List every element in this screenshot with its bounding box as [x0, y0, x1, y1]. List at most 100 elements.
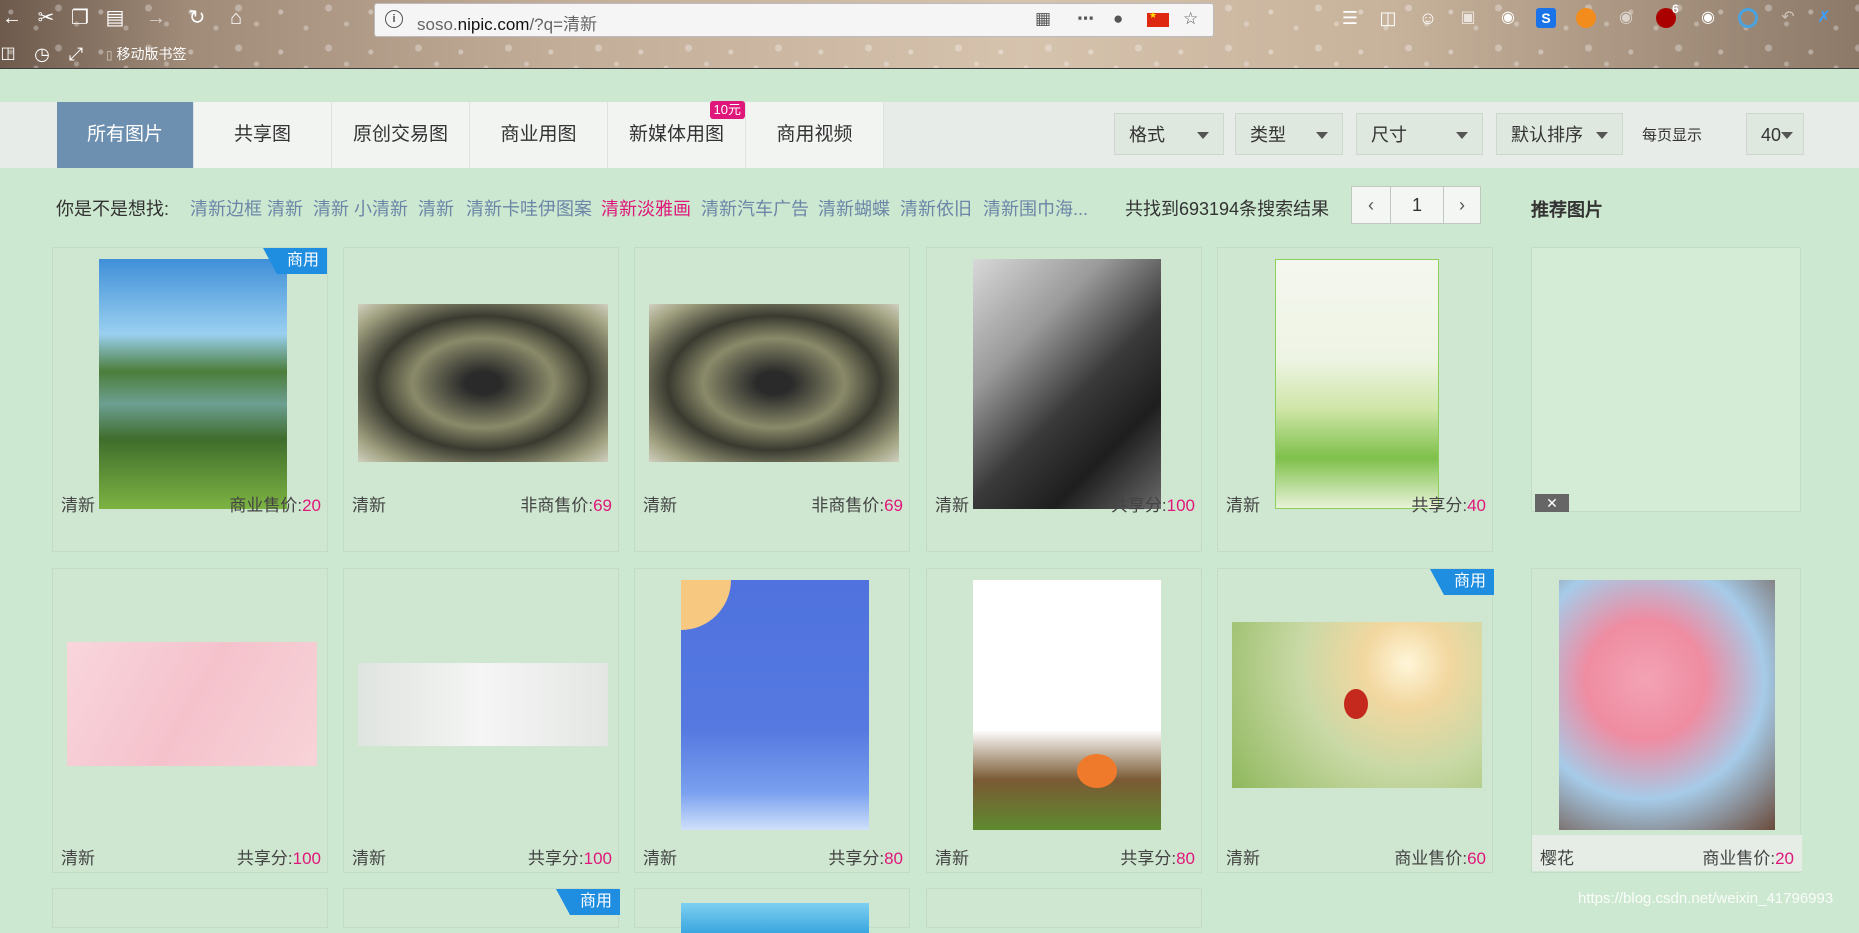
- image-card[interactable]: [634, 888, 910, 933]
- sidebar-icon[interactable]: ◫: [1376, 6, 1400, 30]
- ring-extension-icon[interactable]: [1738, 8, 1758, 28]
- image-tag[interactable]: 清新: [1226, 491, 1260, 516]
- image-thumbnail[interactable]: [1275, 259, 1439, 509]
- suggestion-link[interactable]: 清新围巾海...: [983, 195, 1088, 221]
- per-page-select[interactable]: 40: [1746, 113, 1804, 155]
- image-thumbnail[interactable]: [358, 304, 608, 462]
- emoji-icon[interactable]: ☺: [1416, 6, 1440, 30]
- bookmark-star-icon[interactable]: ☆: [1183, 9, 1198, 29]
- folder-icon[interactable]: ◫: [0, 42, 20, 66]
- prev-page-button[interactable]: ‹: [1351, 186, 1391, 224]
- expand-icon[interactable]: ⤢: [64, 42, 88, 66]
- image-card[interactable]: [926, 888, 1202, 928]
- image-tag[interactable]: 清新: [643, 491, 677, 516]
- library-icon[interactable]: ☰: [1338, 6, 1362, 30]
- suggestion-link[interactable]: 清新依旧: [900, 195, 972, 221]
- chat-icon[interactable]: ◉: [1614, 6, 1638, 30]
- image-price: 非商售价:69: [811, 491, 903, 516]
- image-card[interactable]: [52, 888, 328, 928]
- page-number-input[interactable]: 1: [1390, 186, 1444, 224]
- image-thumbnail[interactable]: [973, 580, 1161, 830]
- tab-all-images[interactable]: 所有图片: [57, 102, 194, 168]
- image-thumbnail[interactable]: [99, 259, 287, 509]
- price-label: 共享分:: [1120, 849, 1177, 868]
- tab-original-trade[interactable]: 原创交易图: [332, 102, 470, 168]
- image-thumbnail[interactable]: [649, 304, 899, 462]
- tab-label: 所有图片: [86, 124, 163, 145]
- sort-label: 默认排序: [1511, 125, 1583, 145]
- comment-icon[interactable]: ◉: [1696, 6, 1720, 30]
- sort-select[interactable]: 默认排序: [1496, 113, 1623, 155]
- copy-icon[interactable]: ❐: [68, 6, 92, 30]
- image-card[interactable]: 商用 清新 商业售价:20: [52, 247, 328, 552]
- orange-extension-icon[interactable]: [1576, 8, 1596, 28]
- suggestion-link[interactable]: 清新蝴蝶: [818, 195, 890, 221]
- close-icon[interactable]: ✕: [1535, 494, 1569, 512]
- image-tag[interactable]: 清新: [61, 491, 95, 516]
- tab-commercial-video[interactable]: 商用视频: [746, 102, 884, 168]
- image-card[interactable]: 清新 共享分:80: [634, 568, 910, 873]
- image-tag[interactable]: 清新: [1226, 844, 1260, 869]
- image-tag[interactable]: 樱花: [1540, 844, 1574, 869]
- commercial-badge-label: 商用: [1453, 573, 1486, 590]
- price-value: 69: [884, 496, 903, 515]
- type-select[interactable]: 类型: [1235, 113, 1343, 155]
- image-card[interactable]: 商用: [343, 888, 620, 928]
- paste-icon[interactable]: ▤: [103, 6, 127, 30]
- back-icon[interactable]: ←: [0, 6, 24, 30]
- image-card[interactable]: 清新 非商售价:69: [634, 247, 910, 552]
- image-card[interactable]: 清新 共享分:40: [1217, 247, 1493, 552]
- format-select[interactable]: 格式: [1114, 113, 1224, 155]
- image-tag[interactable]: 清新: [352, 844, 386, 869]
- image-card[interactable]: 清新 共享分:100: [343, 568, 619, 873]
- pocket-icon[interactable]: ●: [1113, 9, 1123, 29]
- extension-x-icon[interactable]: ✗: [1812, 6, 1836, 30]
- image-tag[interactable]: 清新: [643, 844, 677, 869]
- recommend-image-card[interactable]: 樱花 商业售价:20: [1531, 568, 1802, 873]
- price-label: 共享分:: [527, 849, 584, 868]
- image-tag[interactable]: 清新: [61, 844, 95, 869]
- history-icon[interactable]: ◷: [30, 42, 54, 66]
- address-bar[interactable]: i soso.nipic.com/?q=清新 ▦ ⋯ ● ★ ☆: [374, 3, 1214, 37]
- image-card[interactable]: 清新 非商售价:69: [343, 247, 619, 552]
- image-thumbnail[interactable]: [1559, 580, 1775, 830]
- url-text[interactable]: soso.nipic.com/?q=清新: [417, 10, 597, 35]
- suggestion-link[interactable]: 清新 小清新: [313, 195, 408, 221]
- suggestion-link[interactable]: 清新: [418, 195, 454, 221]
- home-icon[interactable]: ⌂: [224, 6, 248, 30]
- image-thumbnail[interactable]: [973, 259, 1161, 509]
- image-price: 共享分:100: [1111, 491, 1195, 516]
- next-page-button[interactable]: ›: [1443, 186, 1481, 224]
- qr-code-icon[interactable]: ▦: [1035, 9, 1051, 29]
- image-card[interactable]: 清新 共享分:100: [52, 568, 328, 873]
- image-card[interactable]: 清新 共享分:100: [926, 247, 1202, 552]
- image-tag[interactable]: 清新: [935, 491, 969, 516]
- size-select[interactable]: 尺寸: [1356, 113, 1483, 155]
- s-extension-icon[interactable]: S: [1536, 8, 1556, 28]
- image-tag[interactable]: 清新: [935, 844, 969, 869]
- reload-icon[interactable]: ↻: [185, 6, 209, 30]
- extension-icon[interactable]: ▣: [1456, 6, 1480, 30]
- suggestion-link-highlighted[interactable]: 清新淡雅画: [601, 195, 691, 221]
- tab-label: 商用视频: [776, 124, 853, 145]
- cut-icon[interactable]: ✂: [34, 6, 58, 30]
- suggestion-link[interactable]: 清新汽车广告: [701, 195, 809, 221]
- site-info-icon[interactable]: i: [385, 10, 403, 28]
- tab-new-media[interactable]: 新媒体用图 10元: [608, 101, 746, 168]
- image-tag[interactable]: 清新: [352, 491, 386, 516]
- bookmark-mobile[interactable]: ▯ 移动版书签: [106, 44, 187, 64]
- tab-commercial[interactable]: 商业用图: [470, 102, 608, 168]
- image-thumbnail[interactable]: [681, 903, 869, 933]
- price-label: 商业售价:: [229, 496, 303, 515]
- suggestion-link[interactable]: 清新卡哇伊图案: [466, 195, 592, 221]
- image-card[interactable]: 清新 共享分:80: [926, 568, 1202, 873]
- suggestion-link[interactable]: 清新边框 清新: [190, 195, 303, 221]
- tab-shared[interactable]: 共享图: [194, 102, 332, 168]
- undo-icon[interactable]: ↶: [1776, 6, 1800, 30]
- forward-icon[interactable]: →: [144, 6, 168, 30]
- image-card[interactable]: 商用 清新 商业售价:60: [1217, 568, 1494, 873]
- mask-icon[interactable]: ◉: [1496, 6, 1520, 30]
- image-thumbnail[interactable]: [67, 642, 317, 766]
- more-icon[interactable]: ⋯: [1077, 9, 1094, 29]
- image-thumbnail[interactable]: [358, 663, 608, 746]
